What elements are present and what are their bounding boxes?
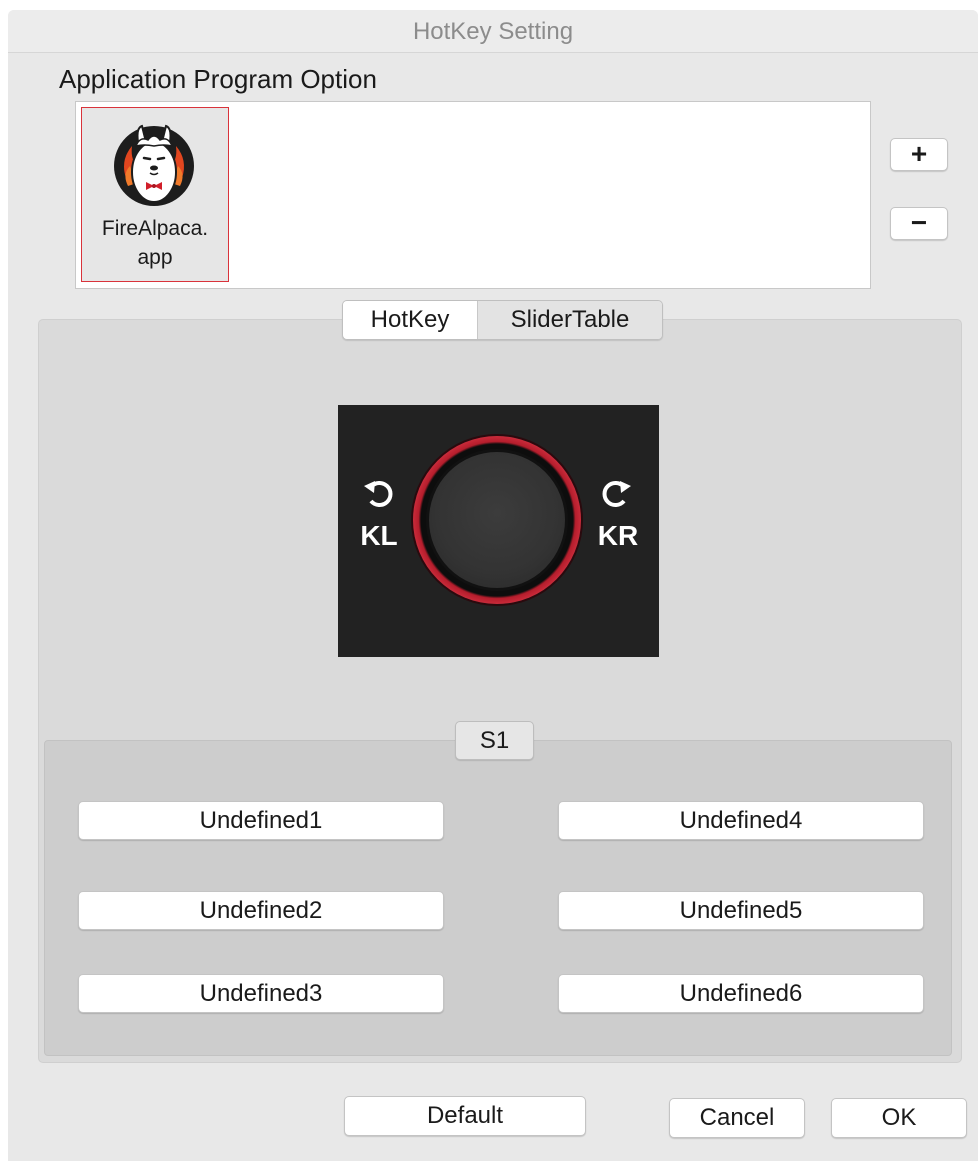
ok-button[interactable]: OK [831,1098,967,1138]
cancel-button[interactable]: Cancel [669,1098,805,1138]
application-list[interactable]: FireAlpaca. app [75,101,871,289]
key-button-6[interactable]: Undefined6 [558,974,924,1013]
hotkey-setting-window: HotKey Setting Application Program Optio… [8,10,978,1161]
firealpaca-app-icon [114,124,194,206]
key-button-3[interactable]: Undefined3 [78,974,444,1013]
tab-hotkey[interactable]: HotKey [343,301,477,339]
key-button-5[interactable]: Undefined5 [558,891,924,930]
tab-bar: HotKey SliderTable [342,300,663,340]
app-name-line-1: FireAlpaca. [101,217,209,240]
kr-label: KR [597,520,639,551]
tab-slidertable[interactable]: SliderTable [477,301,662,339]
dial [413,436,581,604]
device-preview: KL KR [338,405,659,657]
add-app-button[interactable]: + [890,138,948,171]
application-program-option-label: Application Program Option [59,64,377,94]
dial-knob[interactable] [426,449,568,591]
s1-tab[interactable]: S1 [455,721,534,760]
app-item-firealpaca[interactable]: FireAlpaca. app [81,107,229,282]
default-button[interactable]: Default [344,1096,586,1136]
app-name-line-2: app [137,246,173,269]
app-name: FireAlpaca. app [82,214,228,272]
key-button-1[interactable]: Undefined1 [78,801,444,840]
remove-app-button[interactable]: − [890,207,948,240]
key-button-4[interactable]: Undefined4 [558,801,924,840]
key-button-2[interactable]: Undefined2 [78,891,444,930]
window-title: HotKey Setting [8,10,978,53]
kl-label: KL [360,520,398,551]
rotate-clockwise-icon [602,481,631,507]
rotate-counterclockwise-icon [364,481,393,507]
